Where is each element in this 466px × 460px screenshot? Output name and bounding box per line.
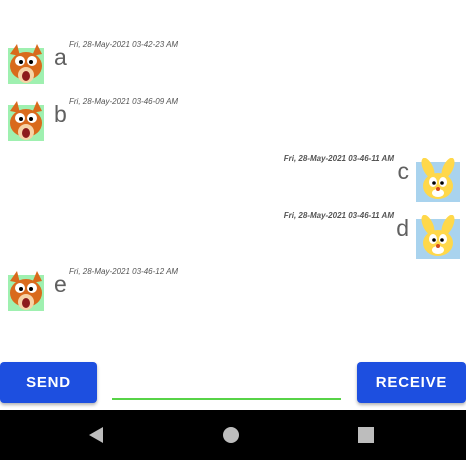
send-button[interactable]: SEND [0, 362, 97, 403]
message-timestamp: Fri, 28-May-2021 03-46-09 AM [69, 97, 179, 106]
message-text: b [54, 101, 67, 127]
message-row: Fri, 28-May-2021 03-46-09 AM b [0, 97, 466, 147]
message-text: c [397, 158, 410, 184]
message-text: d [396, 215, 409, 241]
receive-button[interactable]: RECEIVE [357, 362, 466, 403]
rabbit-avatar-icon [416, 158, 460, 202]
squirrel-avatar-icon [4, 271, 48, 315]
message-timestamp: Fri, 28-May-2021 03-46-11 AM [283, 211, 394, 220]
message-row: Fri, 28-May-2021 03-46-12 AM e [0, 267, 466, 317]
rabbit-avatar-icon [416, 215, 460, 259]
system-nav-bar [0, 410, 466, 460]
back-triangle-icon[interactable] [86, 425, 106, 445]
message-text: e [54, 271, 67, 297]
message-row: Fri, 28-May-2021 03-42-23 AM a [0, 40, 466, 90]
message-text: a [54, 44, 67, 70]
squirrel-avatar-icon [4, 101, 48, 145]
message-row: Fri, 28-May-2021 03-46-11 AM c [0, 154, 466, 204]
message-input[interactable] [112, 372, 341, 400]
squirrel-avatar-icon [4, 44, 48, 88]
message-row: Fri, 28-May-2021 03-46-11 AM d [0, 211, 466, 261]
message-timestamp: Fri, 28-May-2021 03-46-12 AM [69, 267, 179, 276]
message-timestamp: Fri, 28-May-2021 03-46-11 AM [283, 154, 394, 163]
message-timestamp: Fri, 28-May-2021 03-42-23 AM [69, 40, 179, 49]
recent-apps-square-icon[interactable] [356, 425, 376, 445]
home-circle-icon[interactable] [221, 425, 241, 445]
chat-list: Fri, 28-May-2021 03-42-23 AM a Fri, 28-M… [0, 0, 466, 355]
